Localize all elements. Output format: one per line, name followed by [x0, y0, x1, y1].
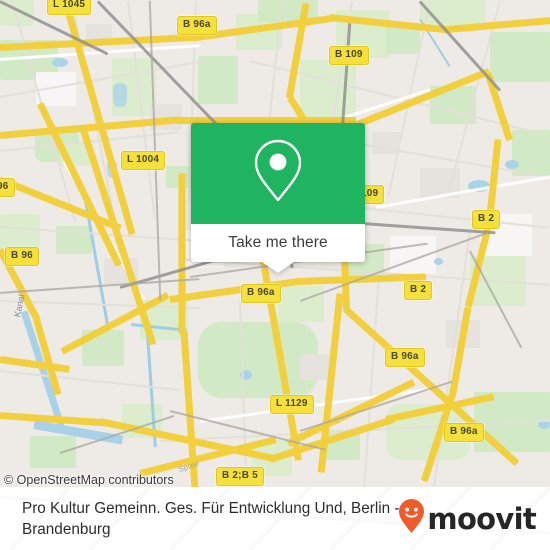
road-shield[interactable]: B 96a	[241, 284, 281, 303]
place-title: Pro Kultur Gemeinn. Ges. Für Entwicklung…	[22, 499, 400, 538]
map-lake	[52, 58, 68, 67]
moovit-brand[interactable]: moovit	[397, 499, 537, 536]
map-park	[30, 436, 76, 468]
callout-action-bar[interactable]: Take me there	[191, 224, 365, 262]
map-block	[300, 354, 330, 380]
road-shield[interactable]: B 96a	[385, 348, 425, 367]
map-block	[390, 236, 436, 274]
map-lake	[113, 83, 127, 107]
map-park	[198, 56, 238, 104]
moovit-wordmark: moovit	[427, 501, 536, 536]
road-shield[interactable]: B 96	[5, 247, 39, 266]
road-shield[interactable]: B 96a	[177, 16, 217, 35]
place-callout-card[interactable]: Take me there	[191, 123, 365, 273]
map-primary-road	[178, 173, 186, 334]
road-shield[interactable]: B 2	[472, 210, 501, 229]
map-lake	[434, 258, 443, 265]
callout-header	[191, 123, 365, 224]
map-park	[490, 32, 550, 82]
callout-tail	[262, 262, 294, 273]
map-park	[512, 130, 550, 176]
moovit-smiley-pin-icon	[397, 498, 426, 539]
footer-bar: Pro Kultur Gemeinn. Ges. Für Entwicklung…	[0, 487, 550, 550]
road-shield[interactable]: B 109	[329, 46, 369, 65]
road-shield[interactable]: B 2	[404, 281, 433, 300]
road-shield[interactable]: 96	[0, 178, 15, 197]
map-pin-icon	[251, 138, 305, 209]
osm-attribution[interactable]: © OpenStreetMap contributors	[4, 473, 174, 487]
road-shield[interactable]: L 1129	[270, 395, 314, 414]
map-lake	[505, 160, 519, 169]
map-park	[278, 286, 324, 322]
map-screen: Kanal Spree L 1045 B 96a B 109 L 1004 96…	[0, 0, 550, 550]
road-shield[interactable]: B 2;B 5	[216, 467, 264, 486]
road-shield[interactable]: L 1045	[47, 0, 92, 15]
road-shield[interactable]: B 96a	[444, 423, 484, 442]
take-me-there-label: Take me there	[228, 234, 328, 251]
road-shield[interactable]: L 1004	[121, 151, 166, 170]
